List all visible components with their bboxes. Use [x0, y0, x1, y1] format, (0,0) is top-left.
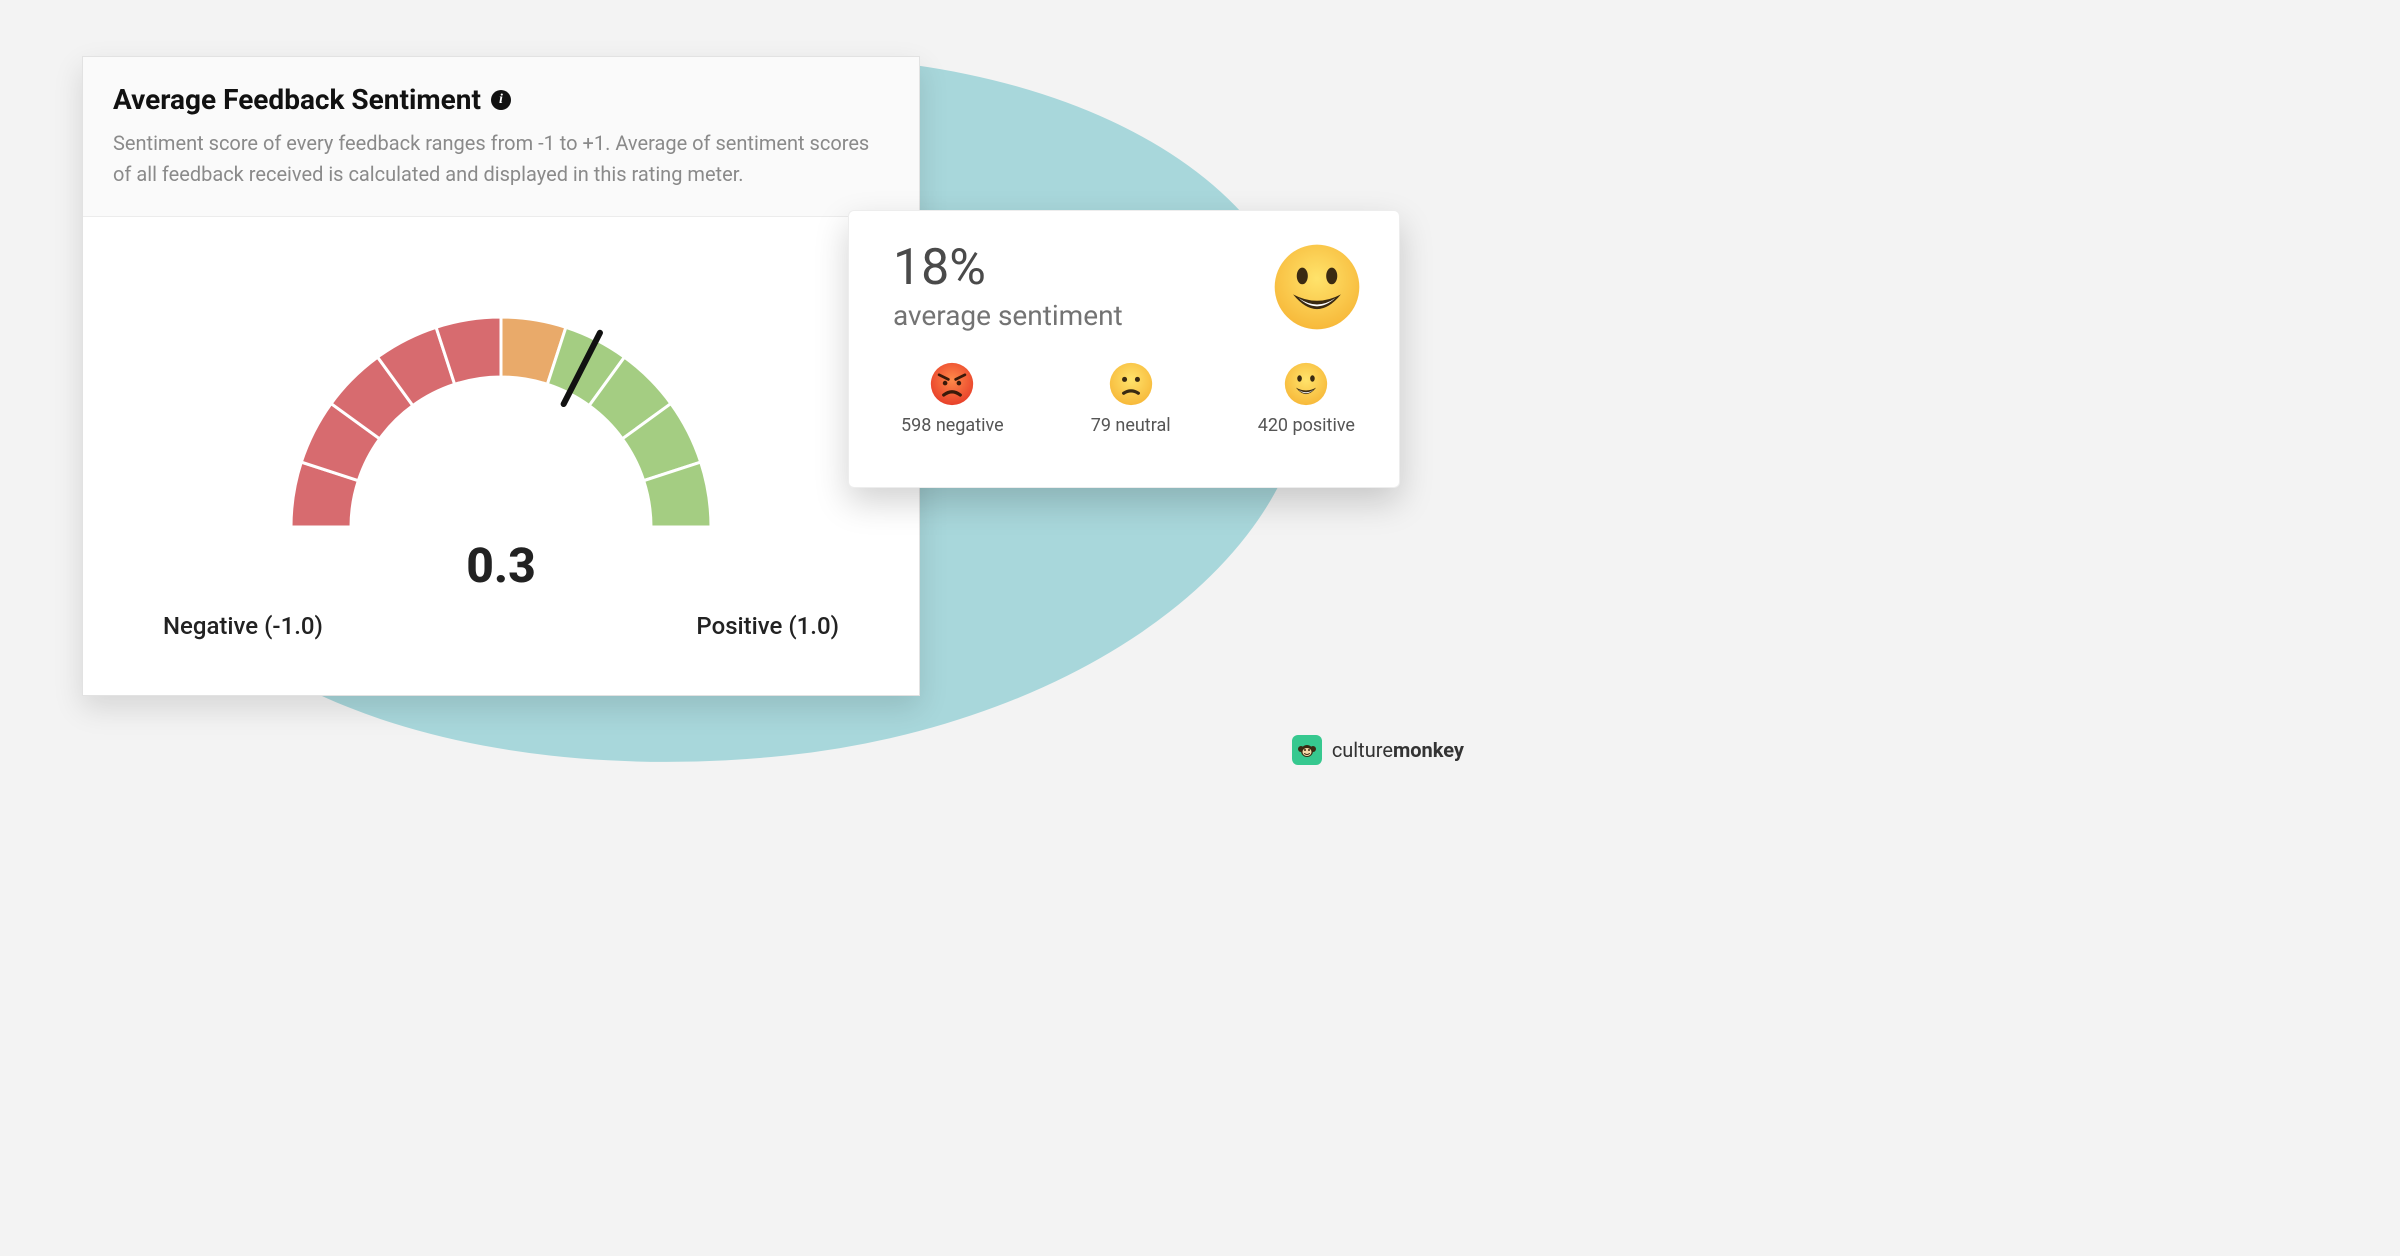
brand-text: culturemonkey	[1332, 738, 1464, 762]
summary-text-block: 18% average sentiment	[893, 243, 1123, 332]
gauge-label-negative: Negative (-1.0)	[163, 612, 323, 640]
monkey-icon	[1297, 740, 1317, 760]
summary-breakdown-row: 598 negative 79 neutral 420 positive	[893, 361, 1363, 436]
summary-percent: 18%	[893, 243, 1123, 293]
brand-bold: monkey	[1393, 738, 1464, 762]
gauge-svg	[241, 257, 761, 557]
summary-top-row: 18% average sentiment	[893, 241, 1363, 333]
gauge-value: 0.3	[466, 537, 536, 594]
card-title-text: Average Feedback Sentiment	[113, 83, 481, 116]
neutral-cell: 79 neutral	[1091, 361, 1171, 436]
negative-count: 598 negative	[901, 415, 1004, 436]
card-description: Sentiment score of every feedback ranges…	[113, 128, 873, 190]
summary-subtitle: average sentiment	[893, 299, 1123, 332]
smile-emoji-icon	[1283, 361, 1329, 407]
positive-cell: 420 positive	[1258, 361, 1355, 436]
info-icon[interactable]: i	[491, 90, 511, 110]
card-header: Average Feedback Sentiment i Sentiment s…	[83, 57, 919, 217]
feedback-sentiment-card: Average Feedback Sentiment i Sentiment s…	[82, 56, 920, 696]
happy-emoji-icon	[1271, 241, 1363, 333]
card-title: Average Feedback Sentiment i	[113, 83, 889, 116]
gauge-chart: 0.3 Negative (-1.0) Positive (1.0)	[83, 217, 919, 657]
positive-count: 420 positive	[1258, 415, 1355, 436]
neutral-emoji-icon	[1108, 361, 1154, 407]
brand-badge-icon	[1292, 735, 1322, 765]
gauge-label-positive: Positive (1.0)	[696, 612, 839, 640]
neutral-count: 79 neutral	[1091, 415, 1171, 436]
negative-cell: 598 negative	[901, 361, 1004, 436]
sentiment-summary-card: 18% average sentiment	[848, 210, 1400, 488]
gauge-axis-labels: Negative (-1.0) Positive (1.0)	[83, 612, 919, 640]
brand-logo[interactable]: culturemonkey	[1292, 735, 1464, 765]
brand-prefix: culture	[1332, 738, 1393, 762]
angry-emoji-icon	[929, 361, 975, 407]
